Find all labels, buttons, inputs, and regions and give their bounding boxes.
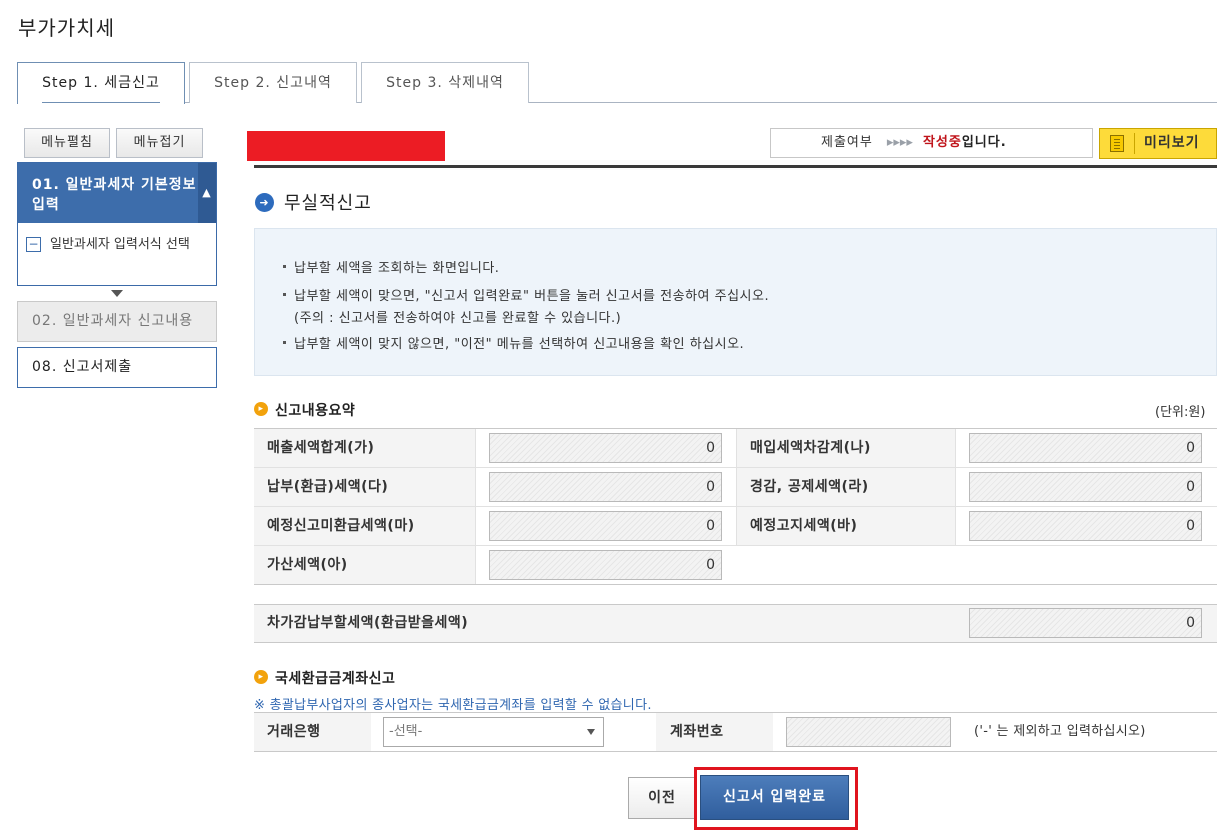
preview-button[interactable]: 미리보기 bbox=[1099, 128, 1217, 159]
tab-step-3[interactable]: Step 3. 삭제내역 bbox=[361, 62, 529, 103]
total-amount-field: 0 bbox=[969, 608, 1202, 638]
page-title: 부가가치세 bbox=[18, 16, 115, 40]
total-row: 차가감납부할세액(환급받을세액) 0 bbox=[254, 604, 1217, 643]
account-hint: ('-' 는 제외하고 입력하십시오) bbox=[974, 724, 1146, 739]
minus-box-icon: − bbox=[26, 237, 41, 252]
chevron-up-icon[interactable]: ▲ bbox=[198, 163, 216, 223]
row-label: 매입세액차감계(나) bbox=[736, 429, 956, 467]
prev-button[interactable]: 이전 bbox=[628, 777, 696, 819]
summary-table: 매출세액합계(가) 0 매입세액차감계(나) 0 납부(환급)세액(다) 0 경… bbox=[254, 428, 1217, 585]
unit-label: (단위:원) bbox=[1155, 405, 1206, 420]
sidebar-item-report-content: 02. 일반과세자 신고내용 bbox=[17, 301, 217, 342]
tab-step-2[interactable]: Step 2. 신고내역 bbox=[189, 62, 357, 103]
amount-field: 0 bbox=[969, 511, 1202, 541]
preview-divider bbox=[1134, 133, 1135, 154]
amount-field: 0 bbox=[489, 433, 722, 463]
tab-active-underline bbox=[42, 102, 160, 103]
menu-expand-button[interactable]: 메뉴펼침 bbox=[24, 128, 110, 158]
arrows-icon: ▸▸▸▸ bbox=[886, 135, 913, 150]
amount-field: 0 bbox=[489, 550, 722, 580]
amount-field: 0 bbox=[489, 511, 722, 541]
tab-step-2-label: Step 2. 신고내역 bbox=[214, 75, 332, 91]
arrow-right-circle-icon: ▸ bbox=[254, 670, 268, 684]
down-arrow-icon bbox=[111, 290, 123, 297]
bank-label: 거래은행 bbox=[254, 713, 371, 751]
menu-collapse-button[interactable]: 메뉴접기 bbox=[116, 128, 203, 158]
table-row: 매출세액합계(가) 0 매입세액차감계(나) 0 bbox=[254, 429, 1217, 468]
row-label: 예정고지세액(바) bbox=[736, 507, 956, 545]
section-title: ➜ 무실적신고 bbox=[255, 189, 372, 215]
amount-field: 0 bbox=[969, 472, 1202, 502]
sidebar-item-submit[interactable]: 08. 신고서제출 bbox=[17, 347, 217, 388]
sidebar-group-basic-info: 01. 일반과세자 기본정보 입력 ▲ − 일반과세자 입력서식 선택 bbox=[17, 162, 217, 286]
row-label: 경감, 공제세액(라) bbox=[736, 468, 956, 506]
info-note: (주의 : 신고서를 전송하여야 신고를 완료할 수 있습니다.) bbox=[294, 311, 622, 326]
table-row: 가산세액(아) 0 bbox=[254, 546, 1217, 585]
arrow-right-circle-icon: ➜ bbox=[255, 193, 274, 212]
info-box: 납부할 세액을 조회하는 화면입니다. 납부할 세액이 맞으면, "신고서 입력… bbox=[254, 228, 1217, 376]
tab-step-1-label: Step 1. 세금신고 bbox=[42, 75, 160, 91]
sidebar-item-basic-info[interactable]: 01. 일반과세자 기본정보 입력 ▲ bbox=[18, 163, 216, 223]
tab-step-1[interactable]: Step 1. 세금신고 bbox=[17, 62, 185, 104]
refund-title-text: 국세환급금계좌신고 bbox=[275, 671, 396, 687]
status-value: 작성중 bbox=[922, 135, 962, 150]
redacted-area bbox=[247, 131, 445, 161]
total-label: 차가감납부할세액(환급받을세액) bbox=[267, 615, 469, 631]
preview-label: 미리보기 bbox=[1144, 135, 1200, 151]
info-line: 납부할 세액이 맞지 않으면, "이전" 메뉴를 선택하여 신고내용을 확인 하… bbox=[283, 333, 744, 352]
row-label: 매출세액합계(가) bbox=[254, 429, 476, 467]
status-suffix: 입니다. bbox=[961, 135, 1007, 150]
refund-note: ※ 총괄납부사업자의 종사업자는 국세환급금계좌를 입력할 수 없습니다. bbox=[254, 698, 652, 713]
sidebar-subitem-label: 일반과세자 입력서식 선택 bbox=[50, 237, 190, 252]
info-line: 납부할 세액이 맞으면, "신고서 입력완료" 버튼을 눌러 신고서를 전송하여… bbox=[283, 285, 769, 304]
bank-select-value: -선택- bbox=[389, 724, 423, 739]
bank-select[interactable]: -선택- bbox=[383, 717, 604, 747]
row-label: 예정신고미환급세액(마) bbox=[254, 507, 476, 545]
refund-title: ▸ 국세환급금계좌신고 bbox=[254, 668, 395, 688]
bank-account-row: 거래은행 -선택- 계좌번호 ('-' 는 제외하고 입력하십시오) bbox=[254, 712, 1217, 752]
document-icon bbox=[1110, 135, 1124, 152]
step-tabs: Step 1. 세금신고 Step 2. 신고내역 Step 3. 삭제내역 bbox=[17, 62, 1217, 104]
row-label: 납부(환급)세액(다) bbox=[254, 468, 476, 506]
table-row: 예정신고미환급세액(마) 0 예정고지세액(바) 0 bbox=[254, 507, 1217, 546]
account-label: 계좌번호 bbox=[656, 713, 773, 751]
section-title-text: 무실적신고 bbox=[284, 193, 372, 214]
table-row: 납부(환급)세액(다) 0 경감, 공제세액(라) 0 bbox=[254, 468, 1217, 507]
tab-step-3-label: Step 3. 삭제내역 bbox=[386, 75, 504, 91]
sidebar-item-basic-info-label: 01. 일반과세자 기본정보 입력 bbox=[32, 177, 197, 213]
caret-down-icon bbox=[587, 729, 595, 735]
status-label: 제출여부 bbox=[821, 135, 873, 150]
summary-title-text: 신고내용요약 bbox=[275, 403, 356, 419]
account-number-input[interactable] bbox=[786, 717, 951, 747]
amount-field: 0 bbox=[969, 433, 1202, 463]
arrow-right-circle-icon: ▸ bbox=[254, 402, 268, 416]
row-label: 가산세액(아) bbox=[254, 546, 476, 584]
summary-title: ▸ 신고내용요약 bbox=[254, 400, 355, 420]
submit-complete-button[interactable]: 신고서 입력완료 bbox=[700, 775, 849, 820]
sidebar-subitem-form-select[interactable]: − 일반과세자 입력서식 선택 bbox=[26, 235, 206, 255]
info-line: 납부할 세액을 조회하는 화면입니다. bbox=[283, 257, 499, 276]
main-divider bbox=[254, 165, 1217, 168]
submit-status: 제출여부 ▸▸▸▸ 작성중입니다. bbox=[770, 128, 1093, 158]
amount-field: 0 bbox=[489, 472, 722, 502]
